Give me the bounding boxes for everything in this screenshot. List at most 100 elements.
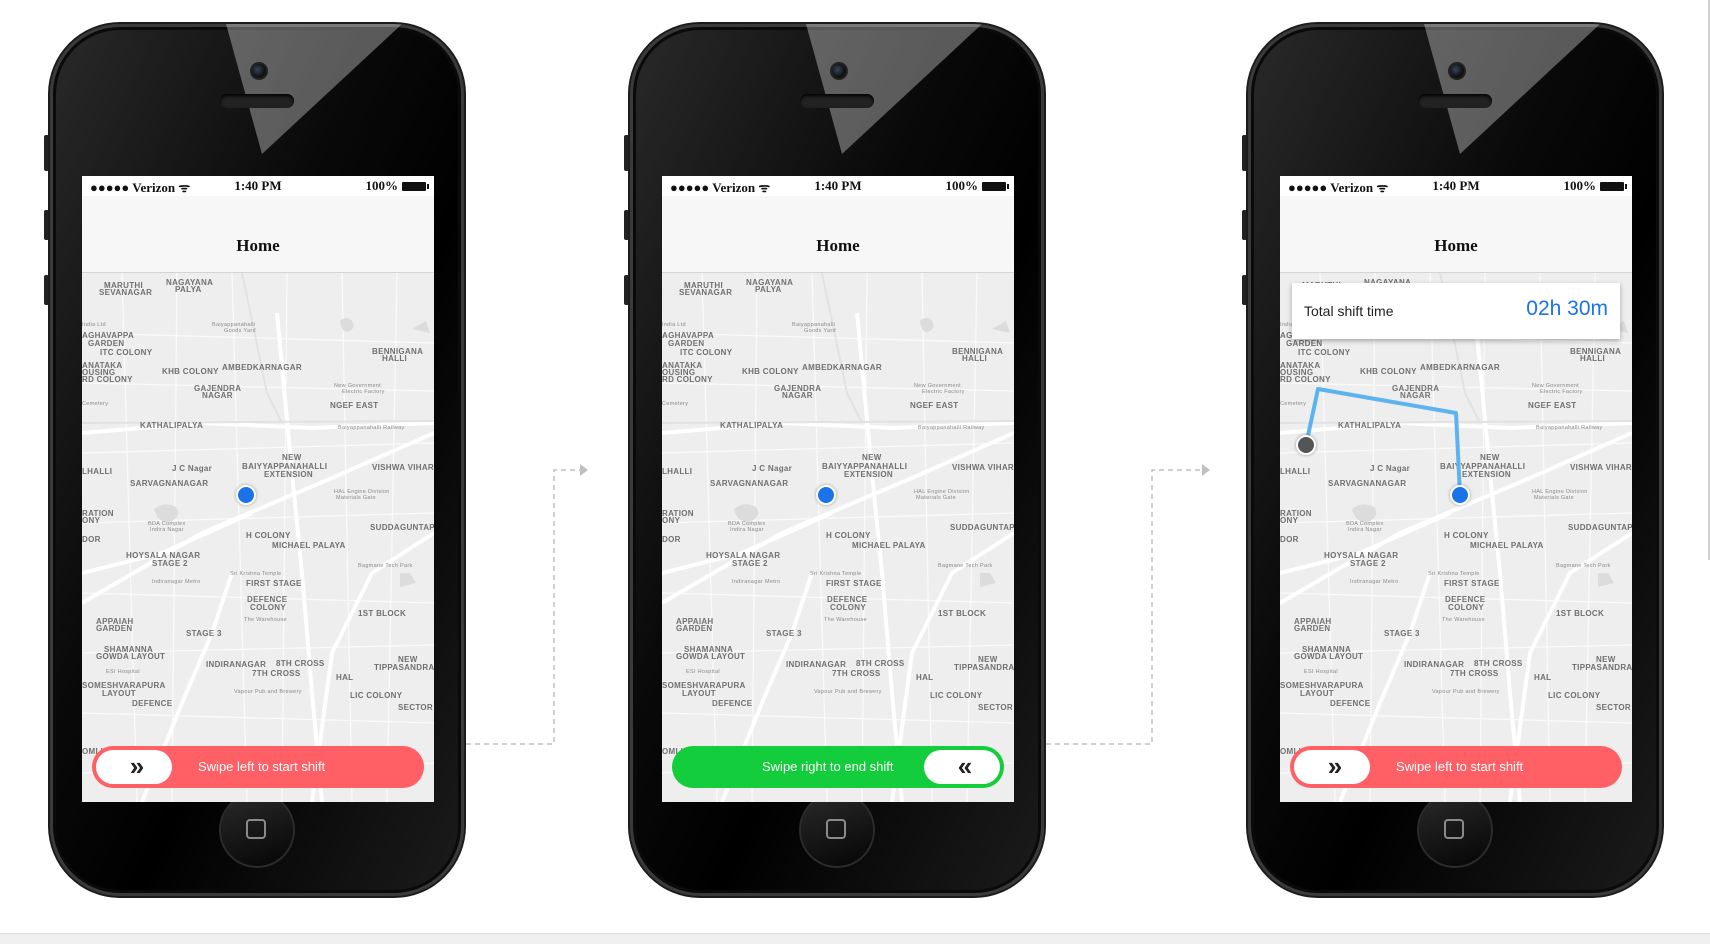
swipe-label: Swipe left to start shift [198, 759, 326, 774]
map-label: LHALLI [82, 467, 113, 476]
map-label: Sri Krishna Temple [810, 571, 862, 577]
map-label: PALYA [755, 285, 782, 294]
page-title: Home [816, 236, 860, 255]
map-label: Vapour Pub and Brewery [814, 689, 882, 695]
home-button[interactable] [1419, 794, 1491, 866]
map-label: KATHALIPALYA [140, 421, 204, 430]
page-title: Home [1434, 236, 1478, 255]
map-label: LIC COLONY [350, 691, 403, 700]
status-bar: ●●●●● Verizon ᯤ 1:40 PM 100% [1280, 176, 1632, 196]
map-label: H COLONY [826, 531, 871, 540]
map-label: H COLONY [246, 531, 291, 540]
earpiece-speaker [1418, 94, 1492, 108]
map-label: LAYOUT [682, 689, 716, 698]
map-label: GARDEN [96, 624, 133, 633]
map-label: Indira Nagar [730, 527, 764, 533]
map-view[interactable]: MARUTHI SEVANAGAR NAGAYANA PALYA India L… [662, 273, 1014, 802]
map-label: ITC COLONY [100, 348, 153, 357]
map-view[interactable]: MARUTHI SEVANAGAR NAGAYANA PALYA India L… [82, 273, 434, 802]
map-label: RD COLONY [82, 375, 133, 384]
swipe-knob[interactable]: » [1294, 750, 1370, 784]
volume-down-button [44, 275, 49, 305]
battery-percent: 100% [945, 178, 979, 193]
map-label: STAGE 2 [732, 559, 768, 568]
map-label: J C Nagar [172, 464, 213, 473]
map-label: COLONY [250, 603, 287, 612]
earpiece-speaker [220, 94, 294, 108]
map-label: SUDDAGUNTAPALYA [950, 523, 1014, 532]
map-label: STAGE 3 [766, 629, 802, 638]
map-label: SECTOR 1 [398, 703, 434, 712]
home-button[interactable] [221, 794, 293, 866]
map-label: SARVAGNANAGAR [130, 479, 209, 488]
map-label: AMBEDKARNAGAR [802, 363, 882, 372]
map-label: Indira Nagar [150, 527, 184, 533]
map-label: NEW [862, 453, 882, 462]
map-label: FIRST STAGE [246, 579, 302, 588]
map-view[interactable]: MARUTHI SEVANAGAR NAGAYANA PALYA India L… [1280, 273, 1632, 802]
map-label: 7TH CROSS [832, 669, 881, 678]
total-shift-time-card: Total shift time 02h 30m [1292, 283, 1620, 339]
map-label: LIC COLONY [930, 691, 983, 700]
earpiece-speaker [800, 94, 874, 108]
battery-icon [402, 182, 429, 191]
nav-bar: Home [1280, 196, 1632, 273]
swipe-start-shift-slider[interactable]: » Swipe left to start shift [1290, 746, 1622, 788]
map-label: HAL [916, 673, 934, 682]
map-label: INDIRANAGAR [206, 660, 267, 669]
nav-bar: Home [82, 196, 434, 273]
mute-switch [1242, 135, 1247, 171]
swipe-knob[interactable]: » [96, 750, 172, 784]
map-label: ONY [662, 516, 681, 525]
swipe-start-shift-slider[interactable]: » Swipe left to start shift [92, 746, 424, 788]
map-label: INDIRANAGAR [786, 660, 847, 669]
map-label: SECTOR 1 [978, 703, 1014, 712]
map-label: HAL [336, 673, 354, 682]
map-label: Cemetery [662, 401, 689, 407]
map-label: The Warehouse [244, 617, 287, 623]
current-location-marker [236, 485, 256, 505]
map-label: 7TH CROSS [252, 669, 301, 678]
mute-switch [44, 135, 49, 171]
map-label: HALLI [962, 354, 988, 363]
battery-icon [1600, 182, 1627, 191]
swipe-end-shift-slider[interactable]: Swipe right to end shift « [672, 746, 1004, 788]
map-label: ITC COLONY [680, 348, 733, 357]
shift-time-value: 02h 30m [1526, 297, 1608, 320]
mute-switch [624, 135, 629, 171]
map-label: HALLI [382, 354, 408, 363]
front-camera [250, 62, 268, 80]
swipe-label: Swipe left to start shift [1396, 759, 1524, 774]
map-label: ESI Hospital [106, 669, 140, 675]
map-label: Indiranagar Metro [152, 579, 201, 585]
home-button[interactable] [801, 794, 873, 866]
map-label: NAGAR [202, 391, 233, 400]
map-label: DEFENCE [132, 699, 173, 708]
volume-down-button [624, 275, 629, 305]
status-bar: ●●●●● Verizon ᯤ 1:40 PM 100% [82, 176, 434, 196]
map-label: GARDEN [676, 624, 713, 633]
battery-icon [982, 182, 1009, 191]
current-location-marker [816, 485, 836, 505]
map-label: Materials Gate [916, 495, 956, 501]
map-label: NEW [282, 453, 302, 462]
map-label: Baiyappanahalli Railway [918, 425, 985, 431]
map-label: J C Nagar [752, 464, 793, 473]
map-label: ONY [82, 516, 101, 525]
map-label: KATHALIPALYA [720, 421, 784, 430]
map-label: SEVANAGAR [99, 288, 153, 297]
nav-bar: Home [662, 196, 1014, 273]
map-label: LHALLI [662, 467, 693, 476]
swipe-knob[interactable]: « [924, 750, 1000, 784]
map-label: COLONY [830, 603, 867, 612]
front-camera [1448, 62, 1466, 80]
battery-percent: 100% [1563, 178, 1597, 193]
current-location-marker [1450, 485, 1470, 505]
map-label: India Ltd [82, 322, 106, 328]
map-label: EXTENSION [264, 470, 313, 479]
map-label: AMBEDKARNAGAR [222, 363, 302, 372]
map-label: DOR [82, 535, 101, 544]
map-label: SEVANAGAR [679, 288, 733, 297]
screen-1: ●●●●● Verizon ᯤ 1:40 PM 100% Home MARUTH… [82, 176, 434, 802]
screen-3: ●●●●● Verizon ᯤ 1:40 PM 100% Home India … [1280, 176, 1632, 802]
